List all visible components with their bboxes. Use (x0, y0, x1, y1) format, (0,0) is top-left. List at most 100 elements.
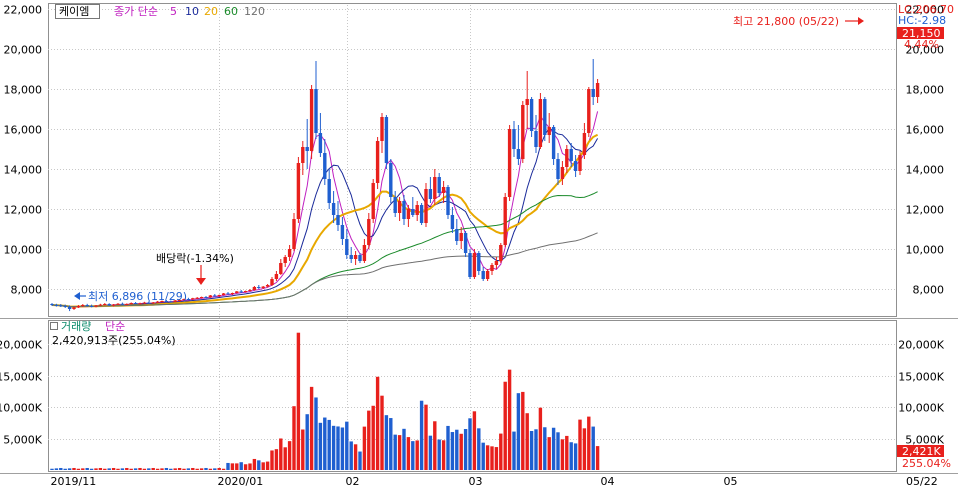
volume-bar (411, 441, 415, 470)
volume-subtitle[interactable]: 단순 (105, 320, 125, 333)
candle-body (516, 149, 521, 159)
high-arrow-icon (845, 17, 864, 25)
candle-body (54, 305, 59, 306)
candle-body (305, 147, 309, 151)
volume-bar (226, 462, 230, 470)
candle-body (243, 291, 248, 292)
volume-bar (138, 467, 142, 470)
volume-bar (248, 463, 252, 470)
candle-body (525, 99, 529, 105)
price-tick-left: 14,000 (4, 164, 43, 177)
volume-bar (107, 468, 111, 470)
volume-bar (125, 467, 129, 470)
ma-label: 종가 단순 (114, 5, 158, 18)
volume-bar (512, 431, 516, 470)
volume-bar (265, 461, 270, 470)
volume-bar (477, 428, 481, 470)
volume-bar (314, 397, 318, 470)
volume-bar (507, 369, 512, 470)
candle-body (274, 274, 279, 279)
volume-bar (243, 464, 248, 470)
candle-body (63, 306, 67, 307)
candle-body (208, 295, 213, 298)
candle-body (375, 141, 380, 183)
candle-body (428, 189, 433, 199)
price-tick-left: 20,000 (4, 44, 43, 57)
volume-bar (380, 395, 384, 470)
candle-body (287, 249, 292, 257)
volume-bar (358, 451, 362, 470)
ma-120[interactable]: 120 (244, 5, 265, 18)
price-tick-left: 22,000 (4, 4, 43, 17)
volume-bar (503, 381, 507, 470)
volume-bar (529, 430, 534, 470)
candle-body (248, 290, 252, 291)
price-tick-right: 8,000 (913, 284, 945, 297)
volume-bar (221, 468, 226, 470)
ma-20[interactable]: 20 (204, 5, 218, 18)
candle-body (595, 83, 600, 97)
volume-bar (129, 468, 133, 470)
volume-title[interactable]: 거래량 (61, 320, 91, 333)
stock-name[interactable]: 케이엠 (59, 5, 89, 18)
candle-body (433, 177, 437, 199)
candle-body (252, 287, 257, 290)
volume-bar (76, 468, 81, 470)
candle-body (477, 253, 481, 271)
candle-body (230, 293, 235, 294)
volume-bar (591, 426, 595, 470)
candle-body (534, 131, 538, 147)
price-tick-right: 10,000 (906, 244, 945, 257)
volume-tick-left: 5,000K (3, 434, 42, 447)
high-annotation: 최고 21,800 (05/22) (733, 15, 839, 28)
volume-bar (50, 468, 54, 470)
volume-bar (582, 428, 587, 470)
volume-bar (375, 376, 380, 470)
candle-body (481, 271, 485, 279)
volume-bar (331, 425, 336, 470)
volume-bar (309, 386, 314, 470)
candle-body (349, 255, 353, 259)
candle-body (384, 117, 389, 163)
candle-body (261, 286, 265, 288)
volume-bar (323, 417, 327, 470)
volume-bar (446, 425, 450, 470)
candle-body (441, 187, 446, 193)
volume-bar (569, 442, 573, 470)
volume-bar (419, 400, 424, 470)
volume-bar (595, 446, 600, 470)
candle-body (59, 305, 63, 307)
candle-body (367, 219, 371, 245)
candle-body (89, 306, 94, 307)
dividend-arrow-icon (196, 265, 206, 285)
candle-body (94, 305, 98, 307)
candle-body (50, 304, 54, 305)
candle-body (393, 197, 397, 213)
candle-body (499, 245, 503, 261)
candle-body (345, 239, 349, 255)
volume-toggle-box[interactable] (50, 322, 58, 330)
ma-10[interactable]: 10 (185, 5, 199, 18)
volume-bar (292, 406, 296, 470)
volume-bar (164, 467, 169, 470)
volume-bar (301, 429, 305, 470)
candle-body (191, 298, 195, 300)
candle-body (380, 117, 384, 141)
volume-pct: 255.04% (902, 457, 951, 470)
price-tick-right: 12,000 (906, 204, 945, 217)
volume-bar (468, 418, 472, 470)
volume-bar (455, 429, 459, 470)
volume-bar (490, 446, 494, 470)
volume-bar (521, 391, 525, 470)
volume-bar (389, 418, 393, 470)
candle-body (213, 295, 217, 297)
candle-body (292, 219, 296, 249)
candle-body (406, 209, 411, 219)
ma-5[interactable]: 5 (170, 5, 177, 18)
candle-body (195, 297, 199, 299)
volume-bar (270, 450, 274, 470)
volume-bar (516, 393, 521, 470)
candle-body (296, 163, 301, 219)
stock-chart: 8,000 8,000 10,000 10,000 12,000 12,000 14,000… (0, 3, 958, 488)
ma-60[interactable]: 60 (224, 5, 238, 18)
